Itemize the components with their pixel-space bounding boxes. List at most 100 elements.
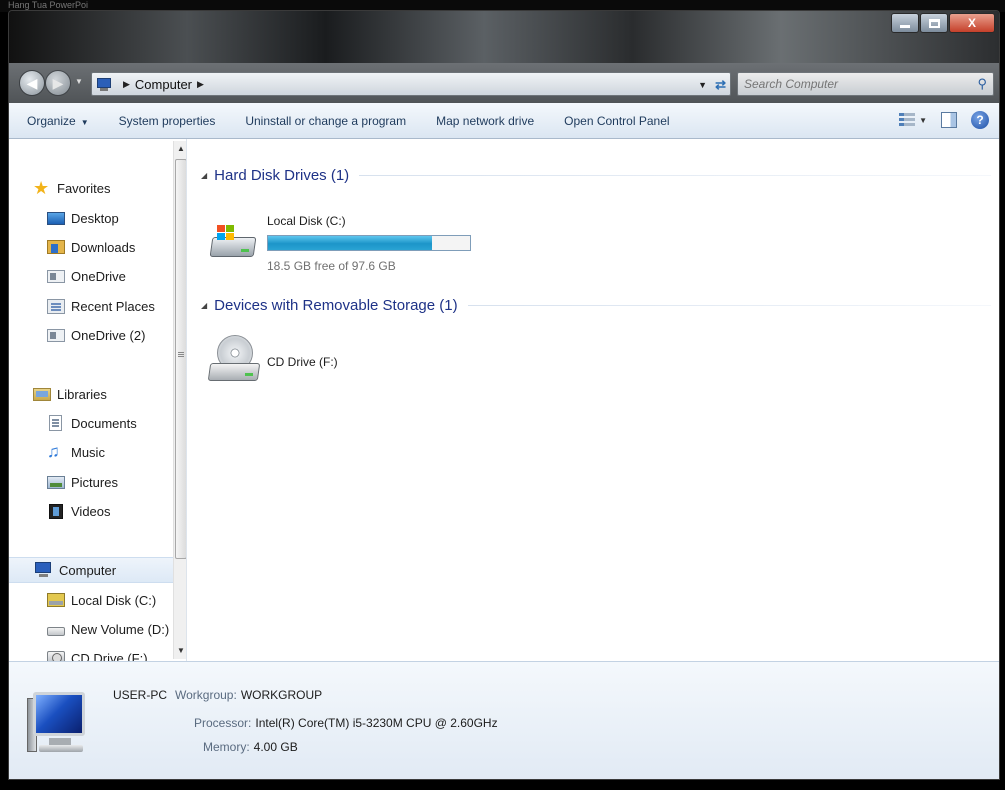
computer-icon [96, 77, 112, 91]
view-options-dropdown-icon[interactable]: ▼ [919, 116, 927, 125]
downloads-folder-icon [47, 240, 65, 254]
sidebar-item-videos[interactable]: Videos [47, 498, 111, 524]
sidebar-item-label: Computer [59, 562, 117, 578]
star-icon: ★ [33, 178, 50, 198]
address-dropdown-icon[interactable]: ▼ [698, 80, 707, 90]
back-button[interactable]: ◀ [19, 70, 45, 96]
sidebar-item-label: New Volume (D:) [71, 621, 170, 637]
computer-icon [27, 684, 99, 762]
sidebar-item-computer[interactable]: Computer [9, 557, 173, 583]
sidebar-item-pictures[interactable]: Pictures [47, 469, 118, 495]
sidebar-item-favorites[interactable]: ★ Favorites [33, 175, 110, 201]
organize-button[interactable]: Organize ▼ [27, 114, 89, 128]
processor-value: Intel(R) Core(TM) i5-3230M CPU @ 2.60GHz [255, 716, 498, 730]
view-controls: ▼ ? [899, 111, 989, 129]
sidebar-item-cd-drive-f[interactable]: CD Drive (F:) [47, 645, 148, 661]
music-note-icon: ♫ [47, 442, 60, 461]
collapse-triangle-icon[interactable]: ◢ [201, 301, 207, 310]
sidebar-item-downloads[interactable]: Downloads [47, 234, 135, 260]
collapse-triangle-icon[interactable]: ◢ [201, 171, 207, 180]
system-properties-button[interactable]: System properties [119, 114, 216, 128]
document-icon [49, 415, 62, 431]
window-controls: X [890, 13, 995, 33]
hard-disk-icon [209, 223, 259, 263]
scroll-thumb[interactable] [175, 159, 186, 559]
sidebar-item-libraries[interactable]: Libraries [33, 381, 107, 407]
onedrive-icon [47, 269, 65, 283]
sidebar-item-onedrive-2[interactable]: OneDrive (2) [47, 322, 145, 348]
computer-icon [35, 562, 53, 578]
sidebar-item-label: Desktop [71, 210, 119, 226]
computer-name: USER-PC [113, 688, 168, 702]
memory-value: 4.00 GB [253, 740, 298, 754]
change-view-icon[interactable] [899, 112, 916, 128]
breadcrumb-chevron-icon[interactable]: ▶ [197, 79, 204, 90]
refresh-icon[interactable]: ⇄ [715, 77, 726, 93]
onedrive-icon [47, 328, 65, 342]
forward-arrow-icon: ▶ [52, 74, 64, 91]
maximize-button[interactable] [920, 13, 948, 33]
maximize-icon [928, 18, 940, 28]
sidebar-item-music[interactable]: ♫ Music [47, 439, 105, 465]
processor-label: Processor: [194, 716, 252, 730]
chevron-down-icon: ▼ [80, 117, 89, 127]
recent-pages-dropdown[interactable]: ▼ [75, 77, 83, 86]
scroll-down-icon[interactable]: ▼ [175, 643, 186, 659]
sidebar-item-recent-places[interactable]: Recent Places [47, 293, 155, 319]
breadcrumb-separator-icon[interactable]: ▶ [123, 79, 130, 90]
details-pane: USER-PC Workgroup: WORKGROUP Processor: … [9, 661, 999, 779]
drive-label: CD Drive (F:) [267, 355, 338, 369]
group-divider [467, 305, 991, 306]
breadcrumb-computer[interactable]: Computer [135, 77, 192, 92]
sidebar-item-label: CD Drive (F:) [71, 650, 148, 662]
search-icon[interactable]: ⚲ [977, 76, 987, 92]
pictures-icon [47, 475, 65, 489]
address-bar[interactable]: ▶ Computer ▶ ▼ ⇄ [91, 72, 731, 96]
preview-pane-icon[interactable] [941, 112, 957, 128]
workgroup-value: WORKGROUP [240, 688, 323, 702]
address-row: ◀ ▶ ▼ ▶ Computer ▶ ▼ ⇄ ⚲ [9, 63, 999, 103]
drive-label: Local Disk (C:) [267, 214, 346, 228]
desktop-icon [47, 211, 65, 225]
forward-button[interactable]: ▶ [45, 70, 71, 96]
libraries-icon [33, 387, 51, 401]
close-button[interactable]: X [949, 13, 995, 33]
sidebar-item-label: Recent Places [71, 298, 155, 314]
sidebar-item-documents[interactable]: Documents [47, 410, 137, 436]
cd-drive-icon [207, 335, 263, 385]
sidebar-item-label: Libraries [57, 386, 107, 402]
group-header-removable-storage[interactable]: ◢ Devices with Removable Storage (1) [201, 297, 991, 314]
sidebar-item-onedrive[interactable]: OneDrive [47, 263, 126, 289]
memory-label: Memory: [203, 740, 250, 754]
sidebar-item-local-disk-c[interactable]: Local Disk (C:) [47, 587, 156, 613]
sidebar-item-label: Music [71, 444, 105, 460]
nav-scrollbar[interactable]: ▲ ▼ [173, 141, 186, 659]
sidebar-item-label: Favorites [57, 180, 111, 196]
map-network-drive-button[interactable]: Map network drive [436, 114, 534, 128]
sidebar-item-desktop[interactable]: Desktop [47, 205, 119, 231]
grip-icon [178, 352, 184, 353]
close-icon: X [967, 16, 976, 30]
minimize-button[interactable] [891, 13, 919, 33]
help-icon[interactable]: ? [971, 111, 989, 129]
processor-row: Processor: Intel(R) Core(TM) i5-3230M CP… [194, 716, 498, 730]
scroll-up-icon[interactable]: ▲ [175, 141, 186, 157]
title-bar[interactable]: X [9, 11, 999, 63]
sidebar-item-label: Local Disk (C:) [71, 592, 157, 608]
search-input[interactable] [744, 77, 964, 91]
search-box[interactable]: ⚲ [737, 72, 994, 96]
sidebar-item-label: Downloads [71, 239, 136, 255]
group-header-hard-disk-drives[interactable]: ◢ Hard Disk Drives (1) [201, 167, 991, 184]
capacity-bar-fill [268, 236, 432, 250]
minimize-icon [900, 24, 910, 28]
back-arrow-icon: ◀ [26, 74, 38, 91]
sidebar-item-label: Videos [71, 503, 111, 519]
address-actions: ▼ ⇄ [698, 77, 726, 93]
workgroup-label: Workgroup: [175, 688, 237, 702]
local-disk-icon [47, 593, 65, 607]
sidebar-item-label: Pictures [71, 474, 118, 490]
open-control-panel-button[interactable]: Open Control Panel [564, 114, 669, 128]
sidebar-item-new-volume-d[interactable]: New Volume (D:) [47, 616, 169, 642]
free-space-text: 18.5 GB free of 97.6 GB [267, 259, 396, 273]
uninstall-program-button[interactable]: Uninstall or change a program [245, 114, 406, 128]
